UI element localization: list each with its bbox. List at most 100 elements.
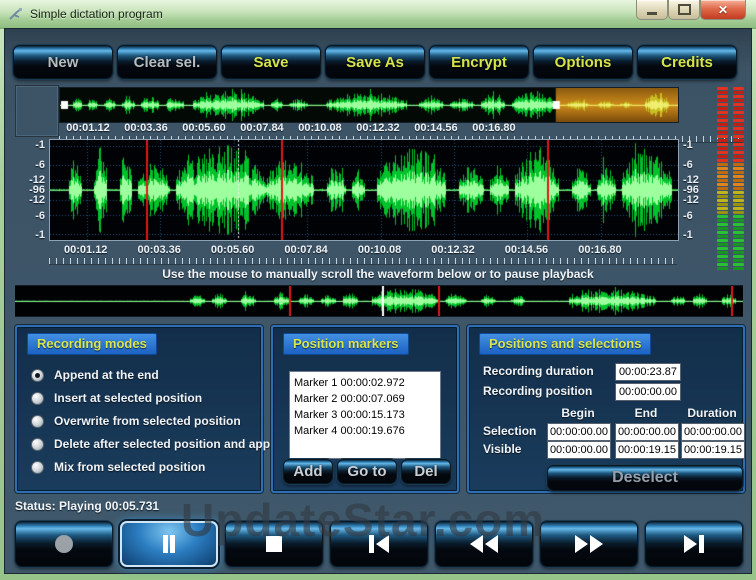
vu-segment — [733, 259, 744, 262]
vu-meter-right-column — [733, 87, 744, 271]
vu-segment — [717, 207, 728, 210]
vu-segment — [733, 123, 744, 126]
minimize-button[interactable] — [636, 0, 668, 20]
record-button[interactable] — [15, 521, 113, 567]
new-button[interactable]: New — [13, 45, 113, 79]
vu-segment — [717, 131, 728, 134]
vu-segment — [717, 183, 728, 186]
radio-delete-after-position[interactable]: Delete after selected position and appen… — [31, 434, 291, 454]
pause-icon — [162, 535, 176, 553]
radio-insert-at-position[interactable]: Insert at selected position — [31, 388, 202, 408]
db-scale-left: -1-6-12-96-12-6-1 — [9, 139, 45, 241]
vu-segment — [733, 239, 744, 242]
db-label: -1 — [683, 139, 693, 151]
vu-segment — [717, 247, 728, 250]
radio-append-at-end[interactable]: Append at the end — [31, 365, 159, 385]
vu-segment — [717, 119, 728, 122]
clear-sel-button[interactable]: Clear sel. — [117, 45, 217, 79]
save-button[interactable]: Save — [221, 45, 321, 79]
vu-segment — [733, 151, 744, 154]
vu-segment — [733, 211, 744, 214]
main-time-ruler: 00:01.12 00:03.36 00:05.60 00:07.84 00:1… — [49, 244, 677, 258]
list-item[interactable]: Marker 4 00:00:19.676 — [294, 423, 440, 439]
stop-icon — [266, 536, 282, 552]
vu-segment — [733, 127, 744, 130]
vu-segment — [733, 87, 744, 90]
main-waveform-canvas[interactable] — [49, 139, 679, 241]
vu-segment — [717, 243, 728, 246]
skip-to-end-button[interactable] — [645, 521, 743, 567]
radio-mix-from-position[interactable]: Mix from selected position — [31, 457, 205, 477]
close-icon: ✕ — [718, 3, 728, 17]
vu-segment — [733, 235, 744, 238]
vu-segment — [717, 255, 728, 258]
rewind-button[interactable] — [435, 521, 533, 567]
scroll-waveform-canvas[interactable] — [15, 285, 743, 317]
vu-segment — [733, 131, 744, 134]
db-label: -6 — [35, 210, 45, 222]
list-item[interactable]: Marker 3 00:00:15.173 — [294, 407, 440, 423]
window-controls: ✕ — [636, 0, 746, 20]
radio-icon — [31, 438, 44, 451]
titlebar[interactable]: Simple dictation program ✕ — [0, 0, 756, 29]
options-button[interactable]: Options — [533, 45, 633, 79]
visible-end-field[interactable]: 00:00:19.15 — [615, 441, 679, 459]
vu-segment — [717, 103, 728, 106]
marker-list[interactable]: Marker 1 00:00:02.972 Marker 2 00:00:07.… — [289, 371, 441, 459]
vu-segment — [733, 135, 744, 138]
vu-segment — [717, 171, 728, 174]
db-label: -1 — [35, 139, 45, 151]
vu-segment — [733, 175, 744, 178]
selection-duration-field[interactable]: 00:00:00.00 — [681, 423, 745, 441]
deselect-button[interactable]: Deselect — [547, 465, 743, 491]
stop-button[interactable] — [225, 521, 323, 567]
recording-duration-field[interactable]: 00:00:23.87 — [615, 363, 681, 381]
skip-to-start-button[interactable] — [330, 521, 428, 567]
save-as-button[interactable]: Save As — [325, 45, 425, 79]
vu-segment — [733, 195, 744, 198]
overview-waveform-canvas[interactable] — [59, 87, 679, 123]
vu-meter — [717, 87, 744, 271]
vu-segment — [717, 179, 728, 182]
db-label: -1 — [35, 229, 45, 241]
vu-segment — [717, 211, 728, 214]
goto-marker-button[interactable]: Go to — [337, 459, 397, 484]
list-item[interactable]: Marker 2 00:00:07.069 — [294, 391, 440, 407]
close-button[interactable]: ✕ — [700, 0, 746, 20]
time-label: 00:03.36 — [137, 244, 180, 256]
maximize-button[interactable] — [668, 0, 700, 20]
recording-position-field[interactable]: 00:00:00.00 — [615, 383, 681, 401]
add-marker-button[interactable]: Add — [283, 459, 333, 484]
window: Simple dictation program ✕ New Clear sel… — [0, 0, 756, 580]
selection-row-label: Selection — [483, 424, 536, 438]
visible-begin-field[interactable]: 00:00:00.00 — [547, 441, 611, 459]
selection-begin-field[interactable]: 00:00:00.00 — [547, 423, 611, 441]
credits-button[interactable]: Credits — [637, 45, 737, 79]
recording-modes-panel: Recording modes Append at the end Insert… — [15, 325, 263, 493]
selection-end-field[interactable]: 00:00:00.00 — [615, 423, 679, 441]
vu-segment — [733, 143, 744, 146]
fast-forward-button[interactable] — [540, 521, 638, 567]
vu-segment — [717, 195, 728, 198]
vu-segment — [733, 231, 744, 234]
pause-button[interactable] — [120, 521, 218, 567]
list-item[interactable]: Marker 1 00:00:02.972 — [294, 375, 440, 391]
radio-overwrite-from-position[interactable]: Overwrite from selected position — [31, 411, 241, 431]
vu-meter-left-column — [717, 87, 728, 271]
vu-segment — [717, 251, 728, 254]
vu-segment — [717, 111, 728, 114]
vu-segment — [717, 167, 728, 170]
encrypt-button[interactable]: Encrypt — [429, 45, 529, 79]
begin-column-header: Begin — [546, 406, 610, 420]
main-ticks — [49, 258, 677, 265]
vu-segment — [733, 251, 744, 254]
instruction-text: Use the mouse to manually scroll the wav… — [5, 267, 751, 281]
visible-duration-field[interactable]: 00:00:19.15 — [681, 441, 745, 459]
vu-segment — [717, 123, 728, 126]
del-marker-button[interactable]: Del — [401, 459, 451, 484]
vu-segment — [717, 115, 728, 118]
vu-segment — [733, 263, 744, 266]
vu-segment — [733, 147, 744, 150]
vu-segment — [733, 115, 744, 118]
vu-segment — [733, 187, 744, 190]
